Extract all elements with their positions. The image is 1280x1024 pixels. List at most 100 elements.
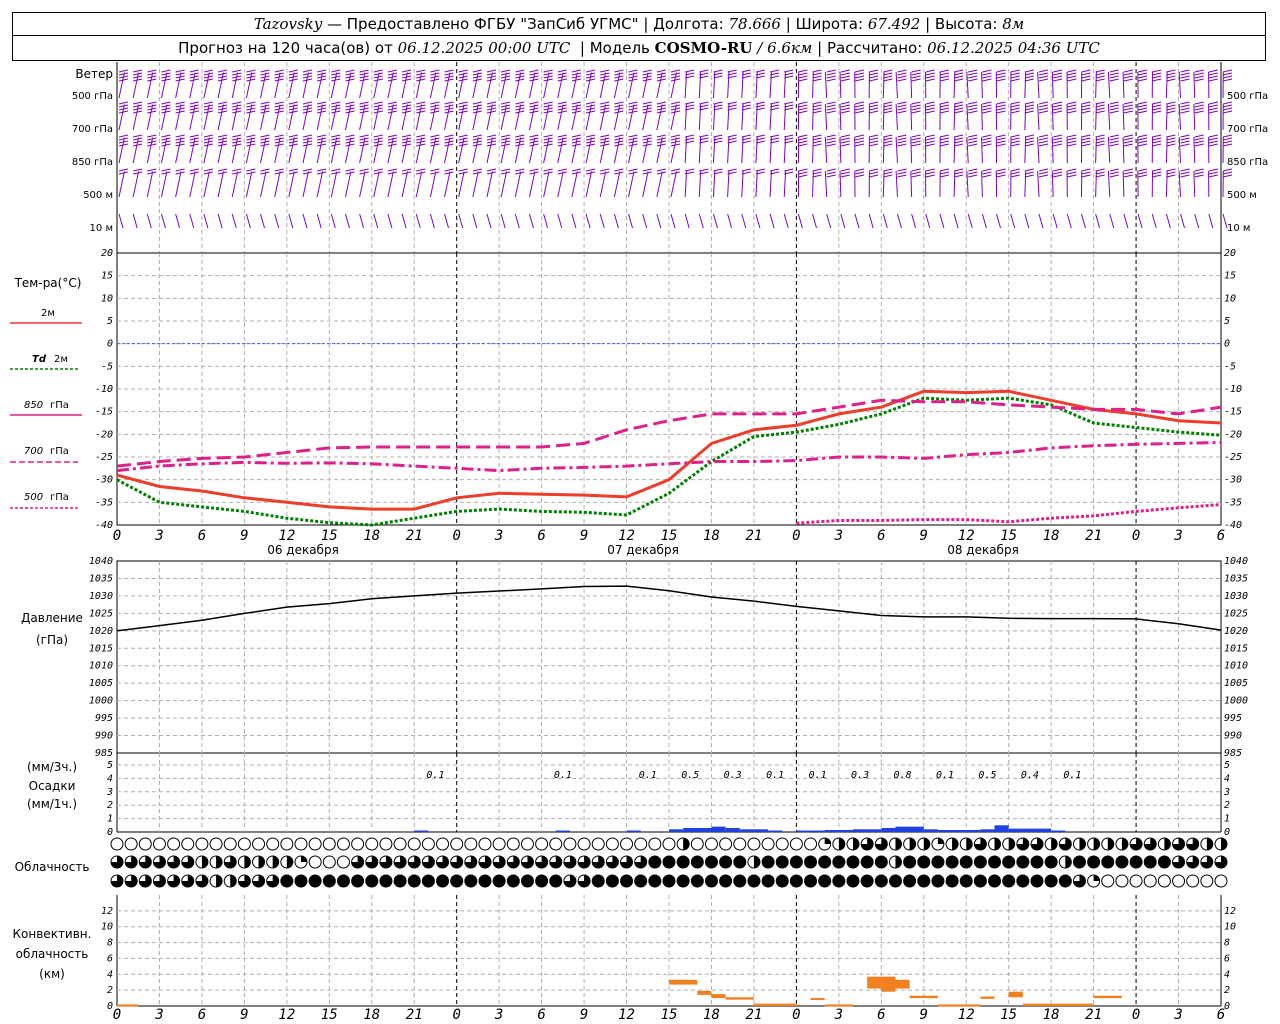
wind-barb (628, 171, 635, 198)
wind-barb (500, 137, 508, 164)
wind-barb (245, 171, 253, 198)
cloud-fill-middle (917, 856, 930, 868)
wind-barb-feather (1067, 140, 1077, 144)
wind-barb (911, 213, 917, 229)
wind-barb-feather (416, 101, 426, 105)
wind-barb-feather (1067, 75, 1077, 79)
wind-barb-feather (897, 101, 907, 105)
wind-barb-feather (302, 143, 313, 147)
wind-barb-feather (444, 101, 454, 105)
wind-barb (1122, 71, 1125, 99)
wind-barb (953, 170, 956, 198)
wind-barb-feather (1208, 104, 1218, 108)
x-tick-label: 3 (1173, 528, 1182, 544)
pressure-tick-left: 990 (95, 731, 113, 742)
wind-barb (953, 213, 959, 229)
cloud-circle-high (492, 837, 506, 851)
wind-barb (132, 213, 138, 229)
cloud-fill-middle (1158, 856, 1171, 868)
wind-barb-feather (982, 78, 992, 82)
cloud-fill-middle (1065, 855, 1072, 868)
x-tick-label: 3 (834, 1007, 843, 1023)
wind-barb-feather (203, 101, 214, 105)
cloud-fill-middle (648, 856, 661, 868)
wind-barb-feather (1024, 107, 1034, 111)
wind-barb-feather (1123, 72, 1134, 76)
wind-barb-feather (1166, 110, 1176, 114)
wind-barb-feather (1222, 72, 1233, 76)
precip-3h-label: 0.1 (639, 770, 657, 781)
wind-barb-feather (826, 107, 836, 111)
cloud-fill-middle (753, 856, 760, 868)
wind-barb (698, 72, 702, 99)
conv-tick-right: 2 (1224, 985, 1230, 996)
wind-barb (966, 72, 969, 99)
pressure-tick-right: 985 (1224, 748, 1242, 759)
wind-barb-feather (501, 143, 511, 147)
wind-barbs (116, 62, 1233, 253)
wind-barb (698, 171, 702, 198)
wind-barb-feather (543, 134, 553, 138)
wind-barb-feather (1152, 104, 1162, 108)
wind-barb-feather (968, 78, 978, 82)
wind-barb (514, 72, 522, 99)
wind-barb-feather (585, 101, 596, 105)
cloud-circle-high (167, 837, 181, 851)
conv-tick-left: 8 (107, 938, 113, 949)
wind-barb (939, 213, 945, 229)
cloud-fill-high (909, 838, 916, 850)
wind-barb-feather (203, 69, 214, 73)
wind-barb-feather (274, 143, 284, 147)
wind-barb-feather (854, 110, 865, 114)
wind-barb-feather (1123, 104, 1134, 108)
cloud-fill-middle (804, 856, 817, 868)
cloud-fill-middle (1115, 856, 1128, 868)
wind-barb (274, 104, 281, 131)
wind-barb-feather (1137, 174, 1148, 178)
pressure-tick-left: 1015 (89, 643, 113, 654)
wind-barb-feather (1152, 137, 1162, 141)
wind-barb-feather (203, 168, 214, 172)
conv-tick-right: 10 (1224, 922, 1236, 933)
precip-bar (626, 830, 641, 832)
wind-barb-feather (642, 134, 652, 138)
wind-barb-feather (713, 69, 723, 73)
cloud-fill-middle (1144, 856, 1157, 868)
cloud-fill-high (994, 838, 1001, 850)
cloud-fill-low (323, 875, 336, 887)
wind-barb-feather (656, 143, 666, 147)
cloud-fill-low (464, 875, 477, 887)
wind-barb (231, 72, 239, 99)
wind-barb (146, 104, 154, 131)
wind-barb-feather (897, 134, 907, 138)
precip-bar (683, 827, 712, 832)
wind-barb-feather (430, 78, 440, 82)
legend-t700-number: 700 (24, 446, 43, 457)
wind-barb-feather (1194, 174, 1204, 178)
precip-bar (669, 829, 684, 832)
wind-barb (1165, 170, 1168, 198)
wind-barb (401, 213, 407, 229)
wind-barb-feather (939, 168, 950, 172)
wind-barb-feather (798, 134, 808, 138)
wind-barb-feather (133, 143, 143, 147)
wind-barb-feather (1123, 107, 1134, 111)
wind-barb (231, 104, 239, 131)
cloud-circle-low (1214, 874, 1228, 888)
x-tick-label: 6 (1217, 1007, 1225, 1023)
wind-barb-feather (1109, 171, 1119, 175)
wind-barb-feather (571, 168, 582, 172)
cloud-circle-high (605, 837, 619, 851)
wind-barb-feather (911, 171, 921, 175)
conv-tick-right: 4 (1224, 969, 1230, 980)
wind-barb-feather (501, 134, 511, 138)
x-tick-label: 3 (154, 1007, 163, 1023)
cloud-circle-low (1143, 874, 1157, 888)
wind-barb-feather (1194, 171, 1204, 175)
cloud-fill-low (365, 875, 378, 887)
wind-barb-feather (1166, 143, 1176, 147)
wind-barb (755, 72, 758, 99)
wind-barb-feather (968, 101, 978, 105)
wind-barb-feather (953, 140, 964, 144)
wind-barb (500, 104, 508, 131)
